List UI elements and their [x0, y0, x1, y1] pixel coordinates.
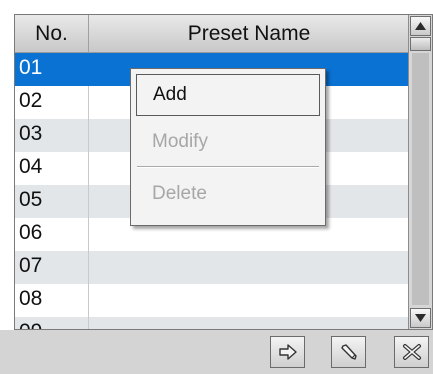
column-header-no[interactable]: No.: [15, 15, 89, 53]
row-number: 03: [15, 119, 89, 152]
menu-item-modify[interactable]: Modify: [136, 121, 320, 163]
pencil-icon: [341, 344, 357, 360]
arrow-right-icon: [279, 344, 297, 360]
table-row[interactable]: 08: [15, 284, 409, 317]
table-row[interactable]: 09: [15, 317, 409, 329]
table-row[interactable]: 07: [15, 251, 409, 284]
row-preset-name: [89, 317, 409, 329]
row-preset-name: [89, 251, 409, 284]
scroll-up-button[interactable]: [410, 16, 431, 36]
row-number: 07: [15, 251, 89, 284]
row-number: 02: [15, 86, 89, 119]
menu-separator: [137, 166, 319, 168]
table-header: No. Preset Name: [15, 15, 409, 53]
row-number: 01: [15, 53, 89, 86]
row-number: 06: [15, 218, 89, 251]
triangle-up-icon: [415, 22, 426, 30]
x-icon: [403, 344, 421, 360]
vertical-scrollbar[interactable]: [408, 15, 432, 329]
bottom-toolbar: [0, 330, 433, 374]
scroll-down-button[interactable]: [410, 308, 431, 328]
edit-preset-button[interactable]: [331, 336, 366, 368]
row-number: 05: [15, 185, 89, 218]
column-header-preset-name[interactable]: Preset Name: [89, 15, 409, 53]
go-to-preset-button[interactable]: [270, 336, 305, 368]
scroll-track[interactable]: [412, 53, 429, 305]
menu-item-delete[interactable]: Delete: [136, 173, 320, 215]
row-number: 08: [15, 284, 89, 317]
scroll-thumb[interactable]: [410, 37, 431, 51]
context-menu: Add Modify Delete: [130, 68, 326, 226]
row-number: 09: [15, 317, 89, 329]
row-preset-name: [89, 284, 409, 317]
row-number: 04: [15, 152, 89, 185]
delete-preset-button[interactable]: [394, 336, 429, 368]
menu-item-add[interactable]: Add: [136, 74, 320, 116]
preset-panel: No. Preset Name 01 02 03 04 05 06 07 08 …: [0, 0, 433, 374]
triangle-down-icon: [415, 314, 426, 322]
